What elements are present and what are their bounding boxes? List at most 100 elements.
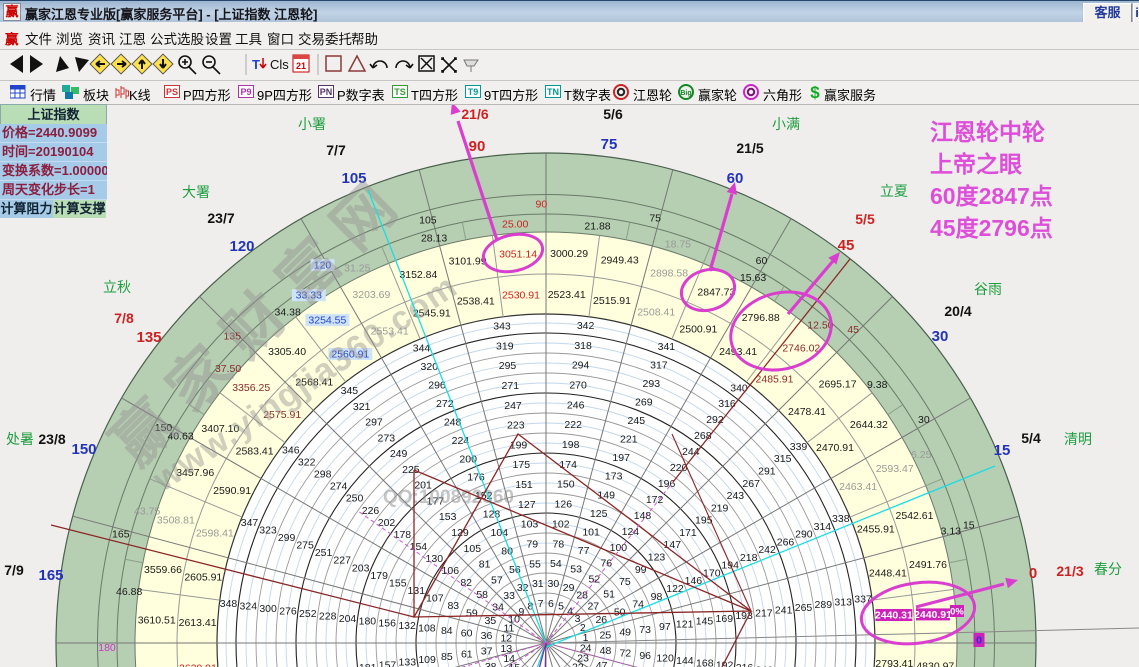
svg-text:清明: 清明 bbox=[1064, 431, 1092, 447]
svg-text:126: 126 bbox=[555, 499, 573, 511]
svg-text:267: 267 bbox=[742, 478, 760, 490]
svg-text:204: 204 bbox=[339, 613, 357, 625]
svg-text:347: 347 bbox=[241, 517, 259, 529]
svg-text:75: 75 bbox=[649, 212, 661, 224]
svg-text:4830.97: 4830.97 bbox=[916, 661, 954, 667]
svg-text:0: 0 bbox=[1029, 565, 1037, 582]
svg-text:小署: 小署 bbox=[298, 116, 326, 132]
svg-text:297: 297 bbox=[365, 417, 383, 429]
svg-text:7/7: 7/7 bbox=[326, 142, 346, 158]
svg-text:47: 47 bbox=[596, 660, 608, 667]
svg-text:275: 275 bbox=[296, 540, 314, 552]
svg-text:228: 228 bbox=[319, 610, 337, 622]
svg-text:219: 219 bbox=[711, 502, 729, 514]
svg-text:60: 60 bbox=[461, 628, 473, 640]
svg-text:45: 45 bbox=[847, 324, 859, 336]
svg-text:345: 345 bbox=[341, 385, 359, 397]
svg-text:2478.41: 2478.41 bbox=[788, 406, 826, 418]
svg-text:36: 36 bbox=[481, 630, 493, 642]
svg-text:2530.91: 2530.91 bbox=[502, 289, 540, 301]
svg-text:33: 33 bbox=[503, 590, 515, 602]
svg-text:121: 121 bbox=[676, 618, 694, 630]
svg-text:169: 169 bbox=[716, 613, 734, 625]
svg-text:38: 38 bbox=[485, 661, 497, 667]
svg-text:2898.58: 2898.58 bbox=[650, 267, 688, 279]
svg-text:43.75: 43.75 bbox=[134, 506, 160, 518]
svg-text:31: 31 bbox=[532, 578, 544, 590]
svg-text:2440.31: 2440.31 bbox=[875, 610, 913, 622]
svg-text:171: 171 bbox=[679, 527, 697, 539]
svg-text:174: 174 bbox=[559, 459, 577, 471]
svg-text:340: 340 bbox=[730, 382, 748, 394]
svg-text:2695.17: 2695.17 bbox=[819, 379, 857, 391]
svg-text:5/4: 5/4 bbox=[1021, 430, 1041, 446]
svg-text:339: 339 bbox=[790, 441, 808, 453]
svg-text:48: 48 bbox=[600, 645, 612, 657]
svg-text:21/6: 21/6 bbox=[461, 106, 488, 122]
svg-text:20/4: 20/4 bbox=[944, 303, 971, 319]
svg-text:198: 198 bbox=[562, 439, 580, 451]
svg-text:72: 72 bbox=[620, 647, 632, 659]
svg-text:2463.41: 2463.41 bbox=[839, 481, 877, 493]
svg-text:180: 180 bbox=[359, 615, 377, 627]
svg-text:342: 342 bbox=[577, 320, 595, 332]
svg-text:90: 90 bbox=[536, 199, 548, 211]
svg-text:120: 120 bbox=[656, 652, 674, 664]
svg-text:21/3: 21/3 bbox=[1056, 563, 1083, 579]
svg-text:21/5: 21/5 bbox=[736, 140, 763, 156]
svg-text:3.13: 3.13 bbox=[941, 526, 962, 538]
svg-text:135: 135 bbox=[136, 329, 161, 346]
svg-text:81: 81 bbox=[479, 559, 491, 571]
svg-text:75: 75 bbox=[619, 576, 631, 588]
svg-text:3051.14: 3051.14 bbox=[499, 249, 537, 261]
svg-text:108: 108 bbox=[418, 623, 436, 635]
svg-text:77: 77 bbox=[578, 545, 590, 557]
svg-text:T: T bbox=[252, 57, 260, 72]
svg-text:154: 154 bbox=[410, 541, 428, 553]
svg-text:289: 289 bbox=[815, 599, 833, 611]
svg-text:246: 246 bbox=[567, 399, 585, 411]
svg-text:30: 30 bbox=[918, 414, 930, 426]
svg-text:293: 293 bbox=[643, 378, 661, 390]
svg-text:222: 222 bbox=[564, 419, 582, 431]
svg-text:3508.81: 3508.81 bbox=[157, 514, 195, 526]
svg-text:57: 57 bbox=[491, 574, 503, 586]
svg-text:313: 313 bbox=[834, 596, 852, 608]
svg-text:27: 27 bbox=[587, 601, 599, 613]
svg-text:144: 144 bbox=[676, 655, 694, 667]
svg-text:221: 221 bbox=[620, 434, 638, 446]
svg-text:274: 274 bbox=[330, 481, 348, 493]
svg-text:273: 273 bbox=[378, 432, 396, 444]
svg-text:151: 151 bbox=[515, 479, 533, 491]
svg-text:23/7: 23/7 bbox=[207, 210, 234, 226]
svg-text:2515.91: 2515.91 bbox=[593, 295, 631, 307]
svg-text:252: 252 bbox=[299, 608, 317, 620]
svg-text:2470.91: 2470.91 bbox=[816, 442, 854, 454]
svg-text:299: 299 bbox=[278, 532, 296, 544]
svg-text:59: 59 bbox=[466, 607, 478, 619]
svg-text:157: 157 bbox=[379, 660, 397, 667]
svg-text:2605.91: 2605.91 bbox=[184, 572, 222, 584]
svg-text:15: 15 bbox=[994, 442, 1011, 459]
svg-text:2593.47: 2593.47 bbox=[876, 463, 914, 475]
svg-text:216: 216 bbox=[736, 662, 754, 667]
svg-text:266: 266 bbox=[777, 536, 795, 548]
svg-text:323: 323 bbox=[259, 525, 277, 537]
svg-text:168: 168 bbox=[696, 657, 714, 667]
svg-text:3610.51: 3610.51 bbox=[138, 614, 176, 626]
svg-text:2613.41: 2613.41 bbox=[179, 617, 217, 629]
svg-text:2500.91: 2500.91 bbox=[679, 324, 717, 336]
svg-text:105: 105 bbox=[464, 543, 482, 555]
svg-text:106: 106 bbox=[442, 565, 460, 577]
svg-text:104: 104 bbox=[491, 527, 509, 539]
svg-text:25: 25 bbox=[600, 629, 612, 641]
svg-text:23/8: 23/8 bbox=[38, 431, 65, 447]
svg-text:6.25: 6.25 bbox=[911, 449, 932, 461]
svg-text:249: 249 bbox=[390, 448, 408, 460]
svg-text:84: 84 bbox=[441, 625, 453, 637]
svg-text:37: 37 bbox=[481, 646, 493, 658]
svg-text:241: 241 bbox=[775, 605, 793, 617]
svg-text:处暑: 处暑 bbox=[6, 431, 34, 447]
svg-text:107: 107 bbox=[426, 592, 444, 604]
svg-text:324: 324 bbox=[240, 600, 258, 612]
